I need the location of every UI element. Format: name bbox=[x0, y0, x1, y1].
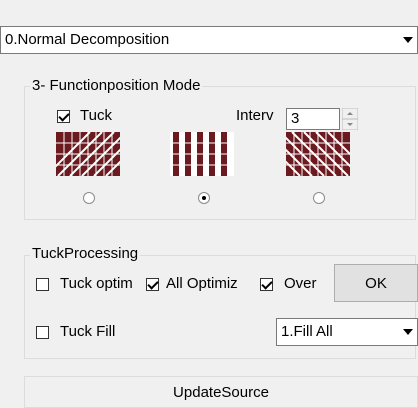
diagonal-weave-pattern bbox=[56, 132, 120, 176]
pattern-radio-1[interactable] bbox=[83, 192, 95, 204]
interval-spinner[interactable]: 3 bbox=[286, 108, 340, 130]
spin-arrows-icon bbox=[341, 107, 359, 131]
chevron-down-icon[interactable] bbox=[399, 27, 417, 53]
tuck-fill-checkbox[interactable] bbox=[36, 326, 49, 339]
tuck-fill-label: Tuck Fill bbox=[60, 323, 116, 340]
reverse-diagonal-weave-pattern bbox=[286, 132, 350, 176]
tuck-optim-label: Tuck optim bbox=[60, 275, 133, 292]
decomposition-combo[interactable]: 0.Normal Decomposition bbox=[0, 26, 418, 54]
update-source-label: UpdateSource bbox=[173, 383, 269, 401]
decomposition-value: 0.Normal Decomposition bbox=[5, 31, 170, 48]
function-position-legend: 3- Functionposition Mode bbox=[30, 77, 203, 94]
tuck-optim-checkbox[interactable] bbox=[36, 278, 49, 291]
fill-combo[interactable]: 1.Fill All bbox=[276, 318, 418, 346]
over-checkbox[interactable] bbox=[260, 278, 273, 291]
ok-button[interactable]: OK bbox=[334, 264, 418, 302]
interval-value: 3 bbox=[291, 110, 300, 127]
vertical-stripe-pattern bbox=[170, 132, 234, 176]
over-label: Over bbox=[284, 275, 317, 292]
tuck-checkbox[interactable] bbox=[57, 110, 70, 123]
all-optimiz-checkbox[interactable] bbox=[146, 278, 159, 291]
pattern-radio-3[interactable] bbox=[313, 192, 325, 204]
update-source-button[interactable]: UpdateSource bbox=[24, 376, 418, 408]
chevron-down-icon[interactable] bbox=[399, 319, 417, 345]
tuck-processing-legend: TuckProcessing bbox=[30, 245, 141, 262]
pattern-radio-2[interactable] bbox=[198, 192, 210, 204]
ok-label: OK bbox=[365, 274, 387, 292]
tuck-label: Tuck bbox=[80, 107, 112, 124]
interval-spin-buttons[interactable] bbox=[341, 107, 359, 131]
interval-label: Interv bbox=[236, 107, 274, 124]
fill-value: 1.Fill All bbox=[281, 323, 333, 340]
all-optimiz-label: All Optimiz bbox=[166, 275, 238, 292]
